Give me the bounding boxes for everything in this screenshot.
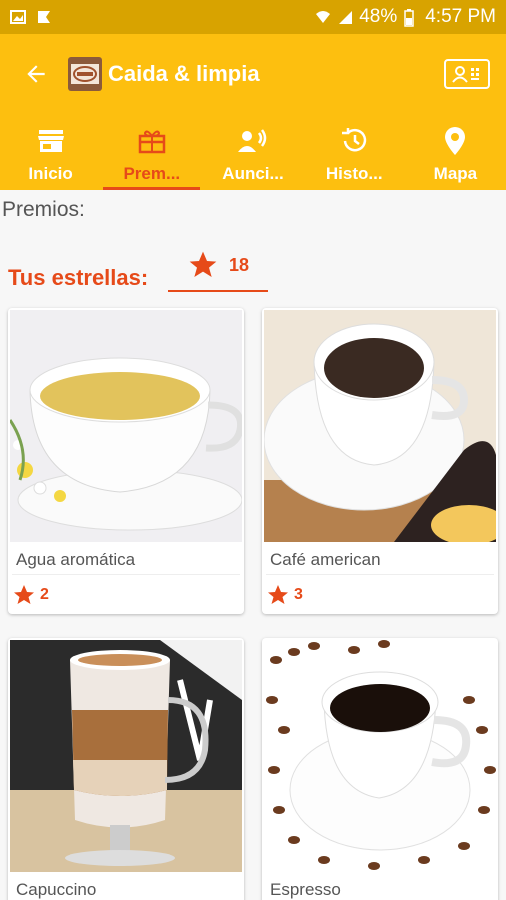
reward-cost: 2: [8, 575, 244, 614]
reward-card-espresso[interactable]: Espresso: [262, 638, 498, 900]
reward-card-cafe-american[interactable]: Café american 3: [262, 308, 498, 614]
stars-balance: 18: [168, 240, 268, 292]
battery-percent: 48%: [359, 6, 398, 27]
tab-label: Mapa: [433, 164, 478, 183]
status-right: 48% 4:57 PM: [315, 6, 496, 28]
tab-label: Aunci...: [222, 164, 284, 183]
section-title: Premios:: [2, 198, 85, 221]
reward-name: Café american: [266, 544, 494, 575]
stars-label: Tus estrellas:: [8, 265, 149, 290]
battery-icon: [403, 9, 419, 27]
star-icon: [14, 585, 34, 604]
signal-icon: [337, 9, 353, 25]
tab-label: Inicio: [28, 164, 73, 183]
announcement-icon: [238, 126, 268, 156]
american-coffee-image: [264, 310, 496, 542]
history-icon: [339, 126, 369, 156]
reward-name: Capuccino: [12, 874, 240, 900]
star-icon: [268, 585, 288, 604]
app-bar: Caida & limpia: [0, 34, 506, 114]
stars-count: 18: [228, 254, 250, 275]
back-button[interactable]: [16, 54, 56, 94]
tab-label: Prem...: [123, 164, 181, 183]
flag-notification-icon: [36, 9, 52, 25]
gift-icon: [137, 126, 167, 156]
tab-premios[interactable]: Prem...: [101, 114, 202, 190]
tab-inicio[interactable]: Inicio: [0, 114, 101, 190]
wifi-icon: [315, 9, 331, 25]
status-bar: 48% 4:57 PM: [0, 0, 506, 34]
app-logo: [68, 57, 102, 91]
status-left: [10, 9, 52, 25]
tab-anuncios[interactable]: Aunci...: [202, 114, 303, 190]
clock: 4:57 PM: [425, 6, 496, 27]
reward-name: Agua aromática: [12, 544, 240, 575]
arrow-left-icon: [27, 65, 45, 83]
reward-card-capuccino[interactable]: Capuccino: [8, 638, 244, 900]
rewards-content: Premios: Tus estrellas: 18 Agua aromátic…: [0, 190, 506, 900]
store-icon: [36, 126, 66, 156]
reward-card-agua-aromatica[interactable]: Agua aromática 2: [8, 308, 244, 614]
reward-cost-value: 2: [40, 586, 49, 603]
reward-name: Espresso: [266, 874, 494, 900]
herbal-tea-image: [10, 310, 242, 542]
cappuccino-image: [10, 640, 242, 872]
map-pin-icon: [440, 126, 470, 156]
gallery-notification-icon: [10, 9, 26, 25]
espresso-image: [264, 640, 496, 872]
loyalty-card-button[interactable]: [444, 59, 490, 89]
tab-label: Histo...: [325, 164, 383, 183]
tab-historial[interactable]: Histo...: [304, 114, 405, 190]
reward-cost-value: 3: [294, 586, 303, 603]
reward-cost: 3: [262, 575, 498, 614]
tab-bar: Inicio Prem... Aunci... Histo... Mapa: [0, 114, 506, 190]
tab-mapa[interactable]: Mapa: [405, 114, 506, 190]
id-card-icon: [452, 66, 479, 83]
app-title: Caida & limpia: [108, 61, 260, 86]
star-icon: [189, 251, 217, 277]
